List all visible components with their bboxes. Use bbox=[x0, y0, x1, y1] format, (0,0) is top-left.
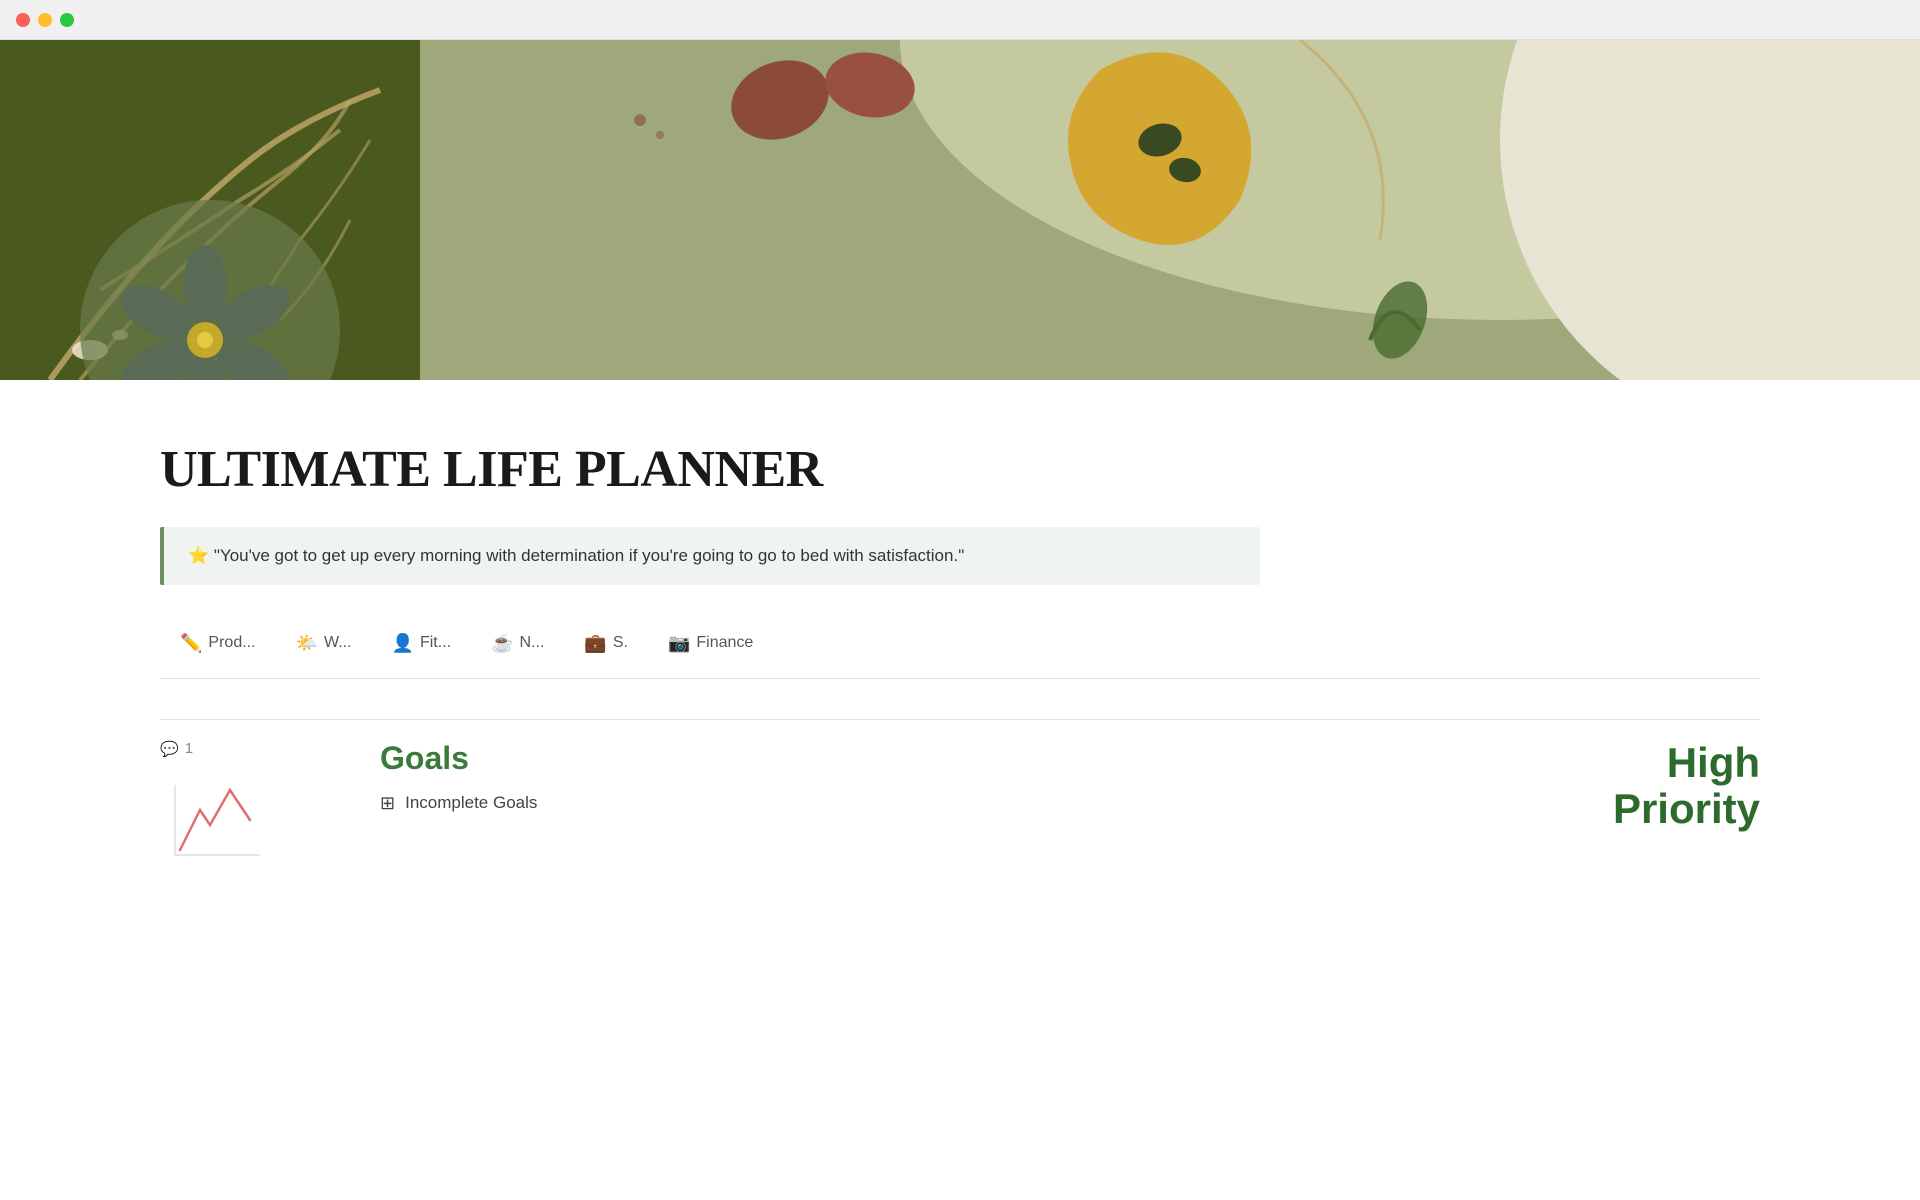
high-priority-line2: Priority bbox=[1613, 786, 1760, 832]
quote-block: ⭐ "You've got to get up every morning wi… bbox=[160, 527, 1260, 585]
banner-image bbox=[0, 40, 1920, 380]
tab-social[interactable]: 💼 S. bbox=[564, 625, 648, 662]
comment-badge: 💬 1 bbox=[160, 740, 320, 758]
high-priority-line1: High bbox=[1613, 740, 1760, 786]
page-title: ULTIMATE LIFE PLANNER bbox=[160, 440, 1760, 499]
main-content: ULTIMATE LIFE PLANNER ⭐ "You've got to g… bbox=[0, 380, 1920, 915]
pencil-icon: ✏️ bbox=[180, 633, 202, 654]
bottom-section: 💬 1 Goals ⊞ Incomplete Goals bbox=[160, 740, 1760, 875]
person-icon: 👤 bbox=[392, 633, 414, 654]
tab-social-label: S. bbox=[613, 634, 628, 652]
minimize-button[interactable] bbox=[38, 13, 52, 27]
tab-productivity-label: Prod... bbox=[208, 634, 255, 652]
quote-emoji: ⭐ bbox=[188, 546, 209, 565]
maximize-button[interactable] bbox=[60, 13, 74, 27]
tab-finance-label: Finance bbox=[696, 634, 753, 652]
camera-icon: 📷 bbox=[668, 633, 690, 654]
coffee-icon: ☕ bbox=[491, 633, 513, 654]
section-divider bbox=[160, 719, 1760, 720]
tab-wellness-label: W... bbox=[324, 634, 352, 652]
tab-productivity[interactable]: ✏️ Prod... bbox=[160, 625, 276, 662]
high-priority-section: High Priority bbox=[1613, 740, 1760, 832]
preview-sketch bbox=[160, 770, 300, 870]
tab-finance[interactable]: 📷 Finance bbox=[648, 625, 773, 662]
quote-text: ⭐ "You've got to get up every morning wi… bbox=[188, 546, 964, 565]
tab-nutrition[interactable]: ☕ N... bbox=[471, 625, 564, 662]
incomplete-goals-row[interactable]: ⊞ Incomplete Goals bbox=[380, 793, 1553, 814]
goals-section: Goals ⊞ Incomplete Goals bbox=[380, 740, 1553, 814]
table-icon: ⊞ bbox=[380, 793, 395, 814]
quote-content: "You've got to get up every morning with… bbox=[214, 546, 964, 565]
sun-icon: 🌤️ bbox=[296, 633, 318, 654]
tab-fitness-label: Fit... bbox=[420, 634, 451, 652]
high-priority-text: High Priority bbox=[1613, 740, 1760, 832]
close-button[interactable] bbox=[16, 13, 30, 27]
browser-chrome bbox=[0, 0, 1920, 40]
comment-icon: 💬 bbox=[160, 740, 179, 758]
goals-heading: Goals bbox=[380, 740, 1553, 777]
briefcase-icon: 💼 bbox=[584, 633, 606, 654]
tab-fitness[interactable]: 👤 Fit... bbox=[372, 625, 472, 662]
incomplete-goals-label: Incomplete Goals bbox=[405, 793, 537, 813]
comment-count: 1 bbox=[185, 740, 193, 757]
tab-nutrition-label: N... bbox=[520, 634, 545, 652]
nav-tabs: ✏️ Prod... 🌤️ W... 👤 Fit... ☕ N... 💼 S. … bbox=[160, 625, 1760, 679]
left-preview: 💬 1 bbox=[160, 740, 320, 875]
tab-wellness[interactable]: 🌤️ W... bbox=[276, 625, 372, 662]
